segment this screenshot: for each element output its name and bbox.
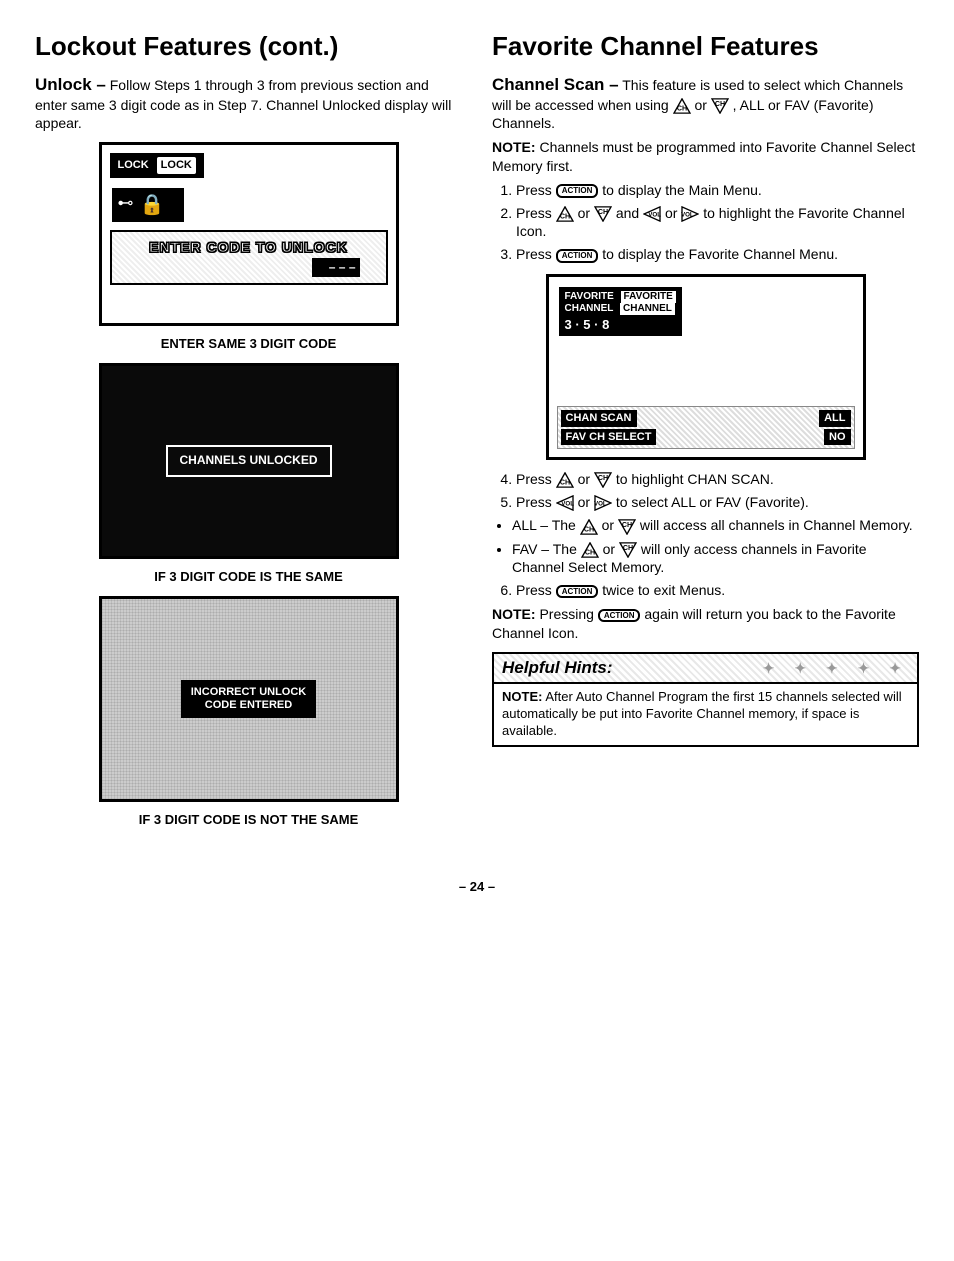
lock-label-inverted: LOCK (157, 157, 196, 173)
hints-body: NOTE: After Auto Channel Program the fir… (494, 684, 917, 745)
step-3: Press ACTION to display the Favorite Cha… (516, 245, 919, 263)
enter-code-text: ENTER CODE TO UNLOCK (118, 238, 380, 256)
action-button-icon: ACTION (556, 585, 599, 599)
channels-unlocked-msg: CHANNELS UNLOCKED (166, 445, 332, 477)
vol-left-icon: VOL (643, 206, 661, 222)
note-1: NOTE: Channels must be programmed into F… (492, 138, 919, 174)
note-2: NOTE: Pressing ACTION again will return … (492, 605, 919, 641)
incorrect-line2: CODE ENTERED (191, 699, 307, 712)
step-1: Press ACTION to display the Main Menu. (516, 181, 919, 199)
favch-select-row: FAV CH SELECT NO (561, 429, 851, 445)
ch-down-icon: CH (618, 519, 636, 535)
unlock-label: Unlock – (35, 75, 106, 94)
fav-channel-numbers: 3 · 5 · 8 (565, 317, 676, 333)
incorrect-code-msg: INCORRECT UNLOCK CODE ENTERED (181, 680, 317, 718)
unlock-paragraph: Unlock – Follow Steps 1 through 3 from p… (35, 74, 462, 132)
incorrect-screen-box: INCORRECT UNLOCK CODE ENTERED (99, 596, 399, 802)
chscan-text-b: or (694, 97, 706, 113)
note1-label: NOTE: (492, 139, 536, 155)
fav-screen-header: FAVORITE FAVORITE CHANNEL CHANNEL 3 · 5 … (559, 287, 682, 337)
bullet-list: ALL – The CH or CH will access all chann… (492, 516, 919, 576)
ch-down-icon: CH (594, 472, 612, 488)
svg-text:CH: CH (598, 474, 608, 482)
page-number: – 24 – (35, 879, 919, 896)
svg-text:VOL: VOL (648, 212, 661, 219)
key-icon: ⊷ (118, 194, 134, 215)
vol-right-icon: VOL (681, 206, 699, 222)
favorite-channel-screen: FAVORITE FAVORITE CHANNEL CHANNEL 3 · 5 … (546, 274, 866, 460)
unlocked-screen-box: CHANNELS UNLOCKED (99, 363, 399, 559)
lock-screen-box: LOCK LOCK ⊷ 🔒 ENTER CODE TO UNLOCK – – – (99, 142, 399, 326)
steps-list-3: Press ACTION twice to exit Menus. (492, 581, 919, 599)
bullet-fav: FAV – The CH or CH will only access chan… (512, 540, 919, 576)
hints-header: Helpful Hints: ✦ ✦ ✦ ✦ ✦ (494, 654, 917, 684)
vol-left-icon: VOL (556, 495, 574, 511)
svg-text:CH: CH (715, 100, 725, 108)
hints-title: Helpful Hints: (502, 657, 613, 679)
action-button-icon: ACTION (556, 184, 599, 198)
bullet-all: ALL – The CH or CH will access all chann… (512, 516, 919, 534)
hints-decor-icon: ✦ ✦ ✦ ✦ ✦ (763, 659, 909, 677)
left-heading: Lockout Features (cont.) (35, 30, 462, 64)
ch-up-icon: CH (556, 472, 574, 488)
step-4: Press CH or CH to highlight CHAN SCAN. (516, 470, 919, 488)
dark-screen: CHANNELS UNLOCKED (102, 366, 396, 556)
ch-down-icon: CH (594, 206, 612, 222)
lock-icon-row: ⊷ 🔒 (112, 188, 184, 222)
svg-text:CH: CH (598, 208, 608, 216)
steps-list-2: Press CH or CH to highlight CHAN SCAN. P… (492, 470, 919, 512)
svg-text:VOL: VOL (561, 501, 574, 508)
step-5: Press VOL or VOL to select ALL or FAV (F… (516, 493, 919, 511)
right-column: Favorite Channel Features Channel Scan –… (492, 30, 919, 839)
caption-1: ENTER SAME 3 DIGIT CODE (35, 336, 462, 353)
svg-text:CH: CH (560, 213, 570, 221)
chscan-paragraph: Channel Scan – This feature is used to s… (492, 74, 919, 133)
lock-top-bar: LOCK LOCK (110, 153, 204, 177)
svg-text:CH: CH (584, 525, 594, 533)
ch-down-icon: CH (711, 98, 729, 114)
caption-3: IF 3 DIGIT CODE IS NOT THE SAME (35, 812, 462, 829)
left-column: Lockout Features (cont.) Unlock – Follow… (35, 30, 462, 839)
code-dashes: – – – (312, 258, 360, 278)
svg-text:VOL: VOL (594, 501, 607, 508)
steps-list-1: Press ACTION to display the Main Menu. P… (492, 181, 919, 264)
page-columns: Lockout Features (cont.) Unlock – Follow… (35, 30, 919, 839)
vol-right-icon: VOL (594, 495, 612, 511)
ch-up-icon: CH (673, 98, 691, 114)
svg-text:CH: CH (622, 521, 632, 529)
step-6: Press ACTION twice to exit Menus. (516, 581, 919, 599)
right-heading: Favorite Channel Features (492, 30, 919, 64)
svg-text:CH: CH (623, 544, 633, 552)
note1-text: Channels must be programmed into Favorit… (492, 139, 915, 173)
chan-scan-row: CHAN SCAN ALL (561, 410, 851, 426)
step-2: Press CH or CH and VOL or VOL to highlig… (516, 204, 919, 240)
enter-code-box: ENTER CODE TO UNLOCK – – – (110, 230, 388, 286)
ch-up-icon: CH (580, 519, 598, 535)
action-button-icon: ACTION (598, 609, 641, 623)
padlock-icon: 🔒 (140, 192, 165, 218)
svg-text:VOL: VOL (681, 212, 694, 219)
svg-text:CH: CH (560, 479, 570, 487)
noisy-screen: INCORRECT UNLOCK CODE ENTERED (102, 599, 396, 799)
ch-down-icon: CH (619, 542, 637, 558)
fav-bottom-bar: CHAN SCAN ALL FAV CH SELECT NO (557, 406, 855, 449)
caption-2: IF 3 DIGIT CODE IS THE SAME (35, 569, 462, 586)
incorrect-line1: INCORRECT UNLOCK (191, 686, 307, 699)
lock-label: LOCK (118, 158, 149, 172)
hints-note-label: NOTE: (502, 689, 542, 704)
note2-label: NOTE: (492, 606, 536, 622)
svg-text:CH: CH (676, 105, 686, 113)
action-button-icon: ACTION (556, 249, 599, 263)
hints-note-text: After Auto Channel Program the first 15 … (502, 689, 902, 738)
chscan-label: Channel Scan – (492, 75, 619, 94)
ch-up-icon: CH (556, 206, 574, 222)
ch-up-icon: CH (581, 542, 599, 558)
svg-text:CH: CH (585, 548, 595, 556)
helpful-hints-box: Helpful Hints: ✦ ✦ ✦ ✦ ✦ NOTE: After Aut… (492, 652, 919, 747)
